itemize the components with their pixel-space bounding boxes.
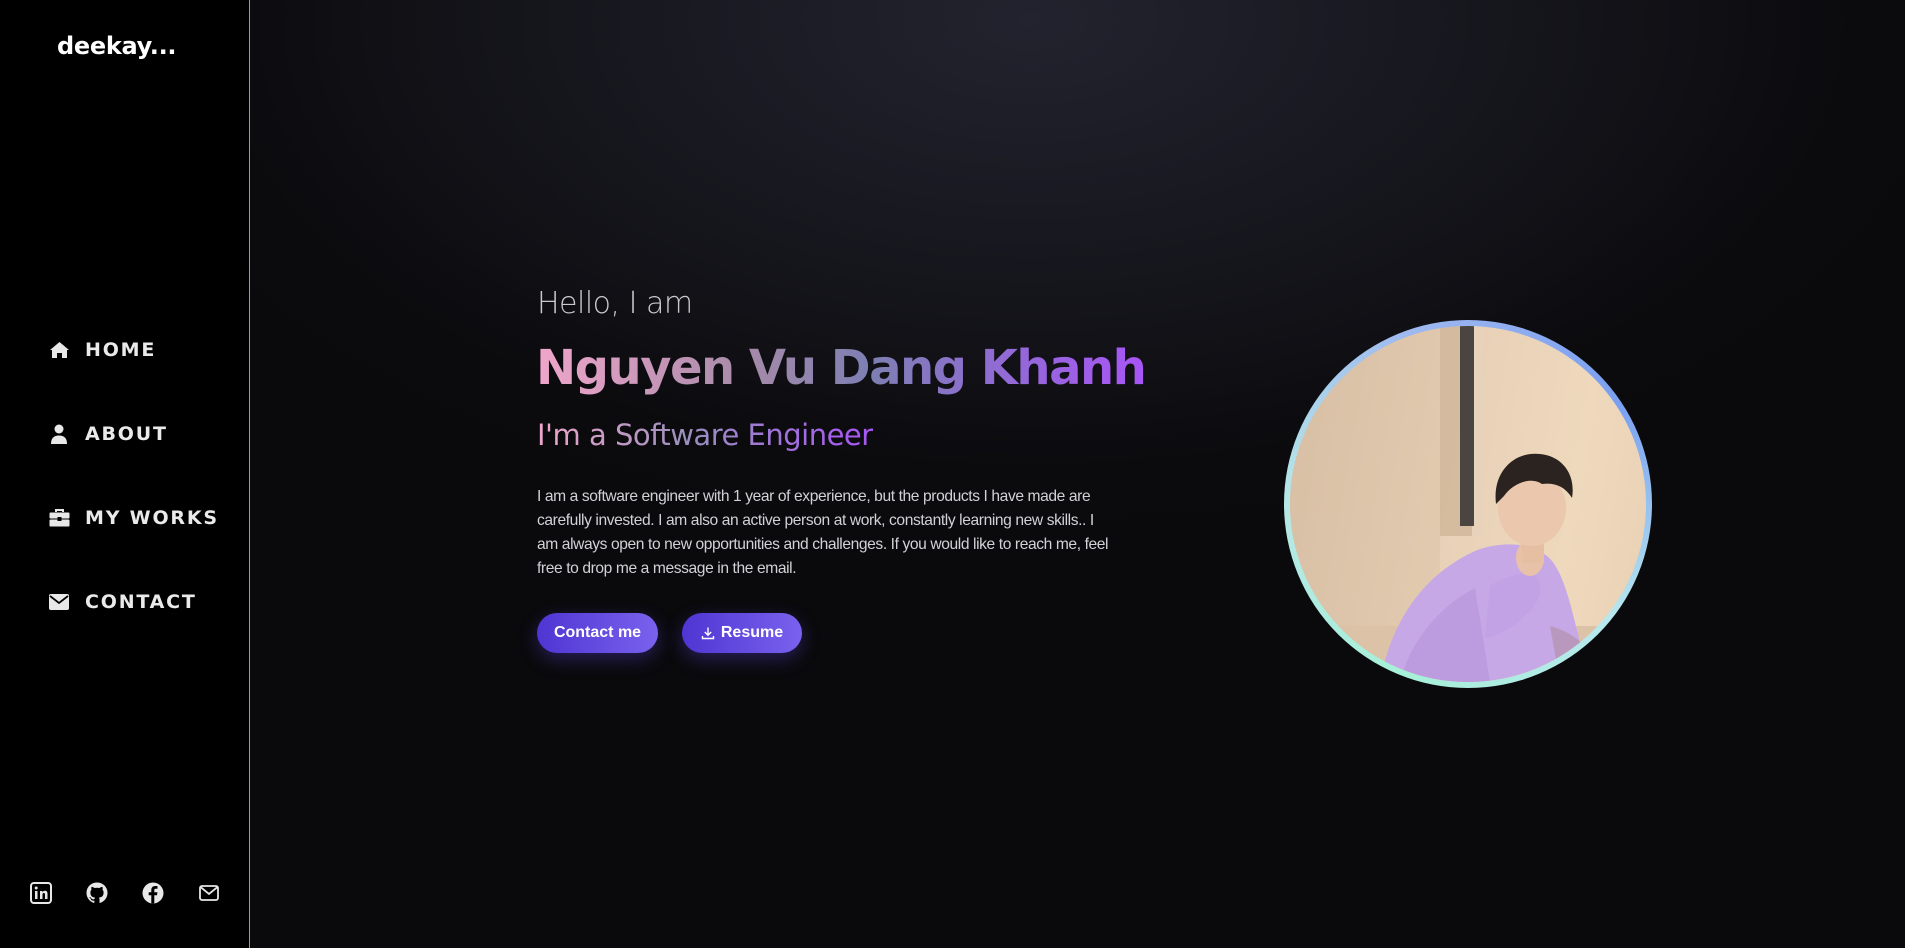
- briefcase-icon: [48, 507, 70, 529]
- resume-label: Resume: [720, 624, 784, 641]
- facebook-icon[interactable]: [141, 881, 165, 905]
- nav-item-my-works[interactable]: MY WORKS: [48, 502, 219, 534]
- avatar-ring: [1284, 320, 1652, 688]
- nav-item-contact[interactable]: CONTACT: [48, 586, 219, 618]
- app: deekay... HOME ABOUT MY WORKS CONTACT He…: [0, 0, 1905, 948]
- nav-label-home: HOME: [85, 339, 157, 361]
- nav-label-about: ABOUT: [85, 423, 168, 445]
- github-icon[interactable]: [85, 881, 109, 905]
- hero-bio: I am a software engineer with 1 year of …: [537, 488, 1109, 577]
- profile-photo-illustration: [1290, 326, 1646, 682]
- mail-icon[interactable]: [197, 881, 221, 905]
- nav-item-home[interactable]: HOME: [48, 334, 219, 366]
- logo[interactable]: deekay...: [57, 32, 177, 60]
- hero-name: Nguyen Vu Dang Khanh: [536, 340, 1147, 396]
- resume-button[interactable]: Resume: [682, 613, 802, 653]
- nav-label-contact: CONTACT: [85, 591, 197, 613]
- hero-section: Hello, I am Nguyen Vu Dang Khanh I'm a S…: [250, 0, 1905, 948]
- sidebar: deekay... HOME ABOUT MY WORKS CONTACT: [0, 0, 250, 948]
- sidebar-nav: HOME ABOUT MY WORKS CONTACT: [48, 334, 219, 670]
- user-icon: [48, 423, 70, 445]
- contact-me-label: Contact me: [553, 624, 642, 641]
- nav-label-my-works: MY WORKS: [85, 507, 219, 529]
- linkedin-icon[interactable]: [29, 881, 53, 905]
- home-icon: [48, 339, 70, 361]
- nav-item-about[interactable]: ABOUT: [48, 418, 219, 450]
- envelope-icon: [48, 591, 70, 613]
- download-icon: [701, 627, 715, 640]
- greeting-text: Hello, I am: [537, 286, 693, 321]
- social-links: [29, 881, 221, 905]
- contact-me-button[interactable]: Contact me: [537, 613, 658, 653]
- hero-role: I'm a Software Engineer: [537, 418, 873, 452]
- profile-photo: [1290, 326, 1646, 682]
